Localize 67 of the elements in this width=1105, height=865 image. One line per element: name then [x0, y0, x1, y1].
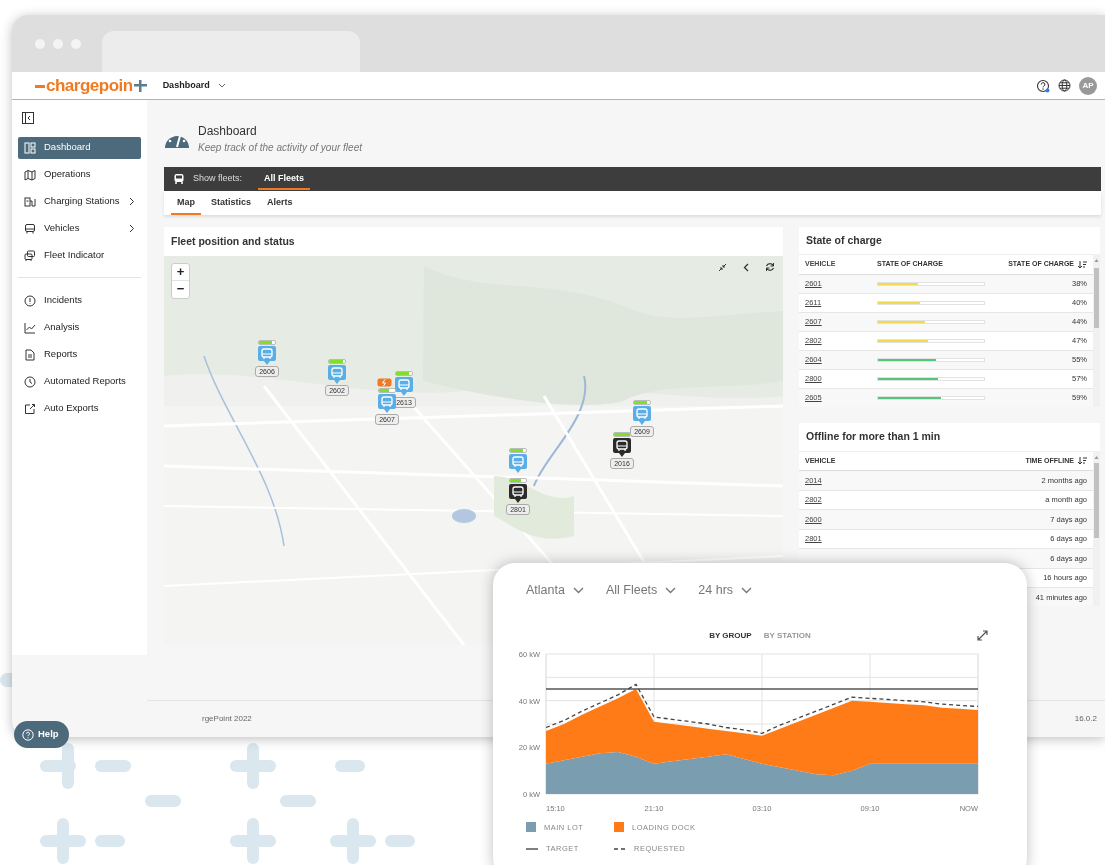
back-icon[interactable] — [743, 262, 749, 272]
battery-level — [633, 400, 651, 405]
filter-dropdown[interactable]: All Fleets — [605, 581, 677, 600]
scrollbar[interactable] — [1093, 254, 1100, 407]
view-toggle[interactable]: BY GROUP — [709, 629, 752, 642]
collapse-sidebar-icon[interactable] — [22, 111, 34, 124]
view-tab[interactable]: Map — [171, 191, 201, 215]
help-button[interactable]: Help — [14, 721, 69, 748]
battery-level — [395, 371, 413, 376]
filter-dropdown[interactable]: Atlanta — [526, 581, 584, 600]
card-title: State of charge — [806, 232, 882, 248]
legend-line — [526, 846, 538, 851]
globe-icon[interactable] — [1058, 79, 1071, 92]
bus-marker-icon[interactable] — [378, 394, 396, 413]
sidebar-item[interactable]: Analysis — [18, 316, 141, 339]
sidebar-item[interactable]: Operations — [18, 163, 141, 186]
bus-marker-icon[interactable] — [258, 346, 276, 365]
sidebar-item[interactable]: Auto Exports — [18, 397, 141, 420]
battery-level — [613, 432, 631, 437]
sidebar-item[interactable]: Reports — [18, 343, 141, 366]
bus-marker-icon[interactable] — [328, 365, 346, 384]
version-text: 16.0.2 — [1074, 713, 1097, 725]
logo: chargepoin — [35, 77, 147, 94]
filter-dropdown[interactable]: 24 hrs — [698, 581, 753, 600]
chevron-down-icon — [572, 586, 584, 594]
legend-line — [614, 846, 626, 851]
bus-marker-icon[interactable] — [509, 484, 527, 503]
expand-icon[interactable] — [977, 629, 988, 641]
fleet-filter-label: Show fleets: — [193, 172, 243, 186]
sidebar-item[interactable]: Fleet Indicator — [18, 244, 141, 267]
chevron-down-icon — [665, 586, 677, 594]
view-tab[interactable]: Alerts — [261, 191, 299, 215]
help-icon — [22, 728, 34, 741]
bus-marker-icon[interactable] — [613, 438, 631, 457]
zoom-out-button[interactable]: − — [172, 281, 189, 298]
sidebar-item[interactable]: Dashboard — [18, 136, 141, 159]
help-icon[interactable] — [1036, 78, 1050, 93]
battery-level — [378, 388, 396, 393]
card-title: Offline for more than 1 min — [806, 429, 941, 445]
collapse-icon[interactable] — [718, 262, 727, 272]
card-title: Fleet position and status — [171, 233, 295, 249]
sidebar-item[interactable]: Vehicles — [18, 217, 141, 240]
bus-marker-icon[interactable] — [509, 454, 527, 473]
chevron-down-icon — [217, 83, 226, 88]
bus-marker-icon[interactable] — [633, 406, 651, 425]
copyright-text: rgePoint 2022 — [202, 713, 252, 725]
sidebar-item[interactable]: Automated Reports — [18, 370, 141, 393]
battery-level — [328, 359, 346, 364]
refresh-icon[interactable] — [765, 262, 775, 272]
bus-marker-icon[interactable] — [395, 377, 413, 396]
battery-level — [509, 448, 527, 453]
legend-swatch — [526, 822, 536, 833]
view-tab[interactable]: Statistics — [205, 191, 258, 215]
page-subtitle: Keep track of the activity of your fleet — [198, 141, 362, 155]
page-title: Dashboard — [198, 123, 258, 140]
sort-icon[interactable] — [1078, 457, 1087, 465]
dashboard-menu[interactable]: Dashboard — [162, 78, 226, 93]
legend-swatch — [614, 822, 624, 833]
battery-level — [258, 340, 276, 345]
scrollbar[interactable] — [1093, 451, 1100, 606]
bus-icon — [173, 173, 185, 185]
zoom-in-button[interactable]: + — [172, 264, 189, 281]
battery-level — [509, 478, 527, 483]
sort-icon[interactable] — [1078, 260, 1087, 269]
chevron-down-icon — [741, 586, 753, 594]
sidebar-item[interactable]: Charging Stations — [18, 190, 141, 213]
sidebar-item[interactable]: Incidents — [18, 289, 141, 312]
